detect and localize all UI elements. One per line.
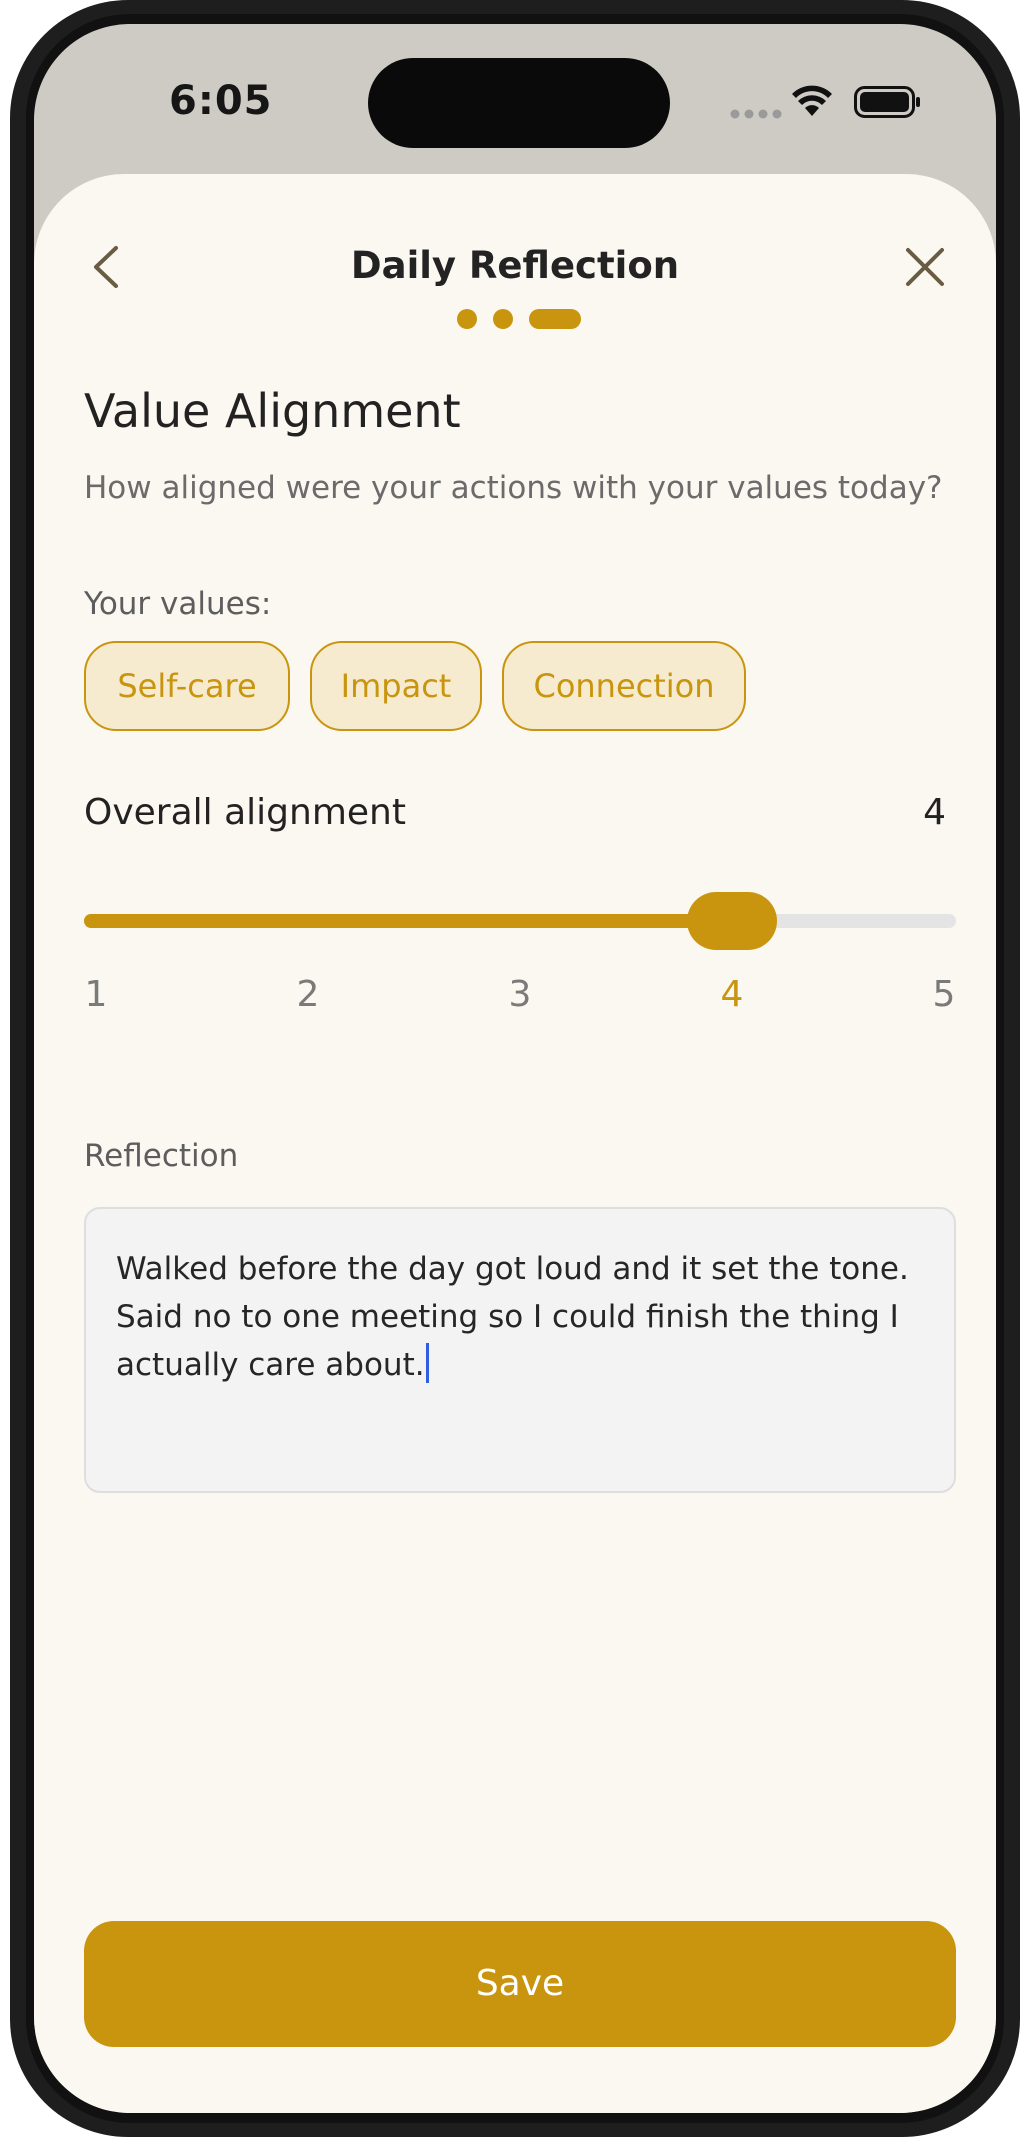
value-chip-impact[interactable]: Impact xyxy=(310,641,482,731)
value-chip-self-care[interactable]: Self-care xyxy=(84,641,290,731)
close-icon[interactable] xyxy=(898,240,952,294)
status-time: 6:05 xyxy=(169,78,273,124)
reflection-text: Walked before the day got loud and it se… xyxy=(116,1251,909,1383)
slider-thumb[interactable] xyxy=(687,892,777,950)
cellular-signal-icon xyxy=(730,109,782,119)
wifi-icon xyxy=(792,85,832,116)
step-dot-2 xyxy=(493,309,513,329)
slider-tick-labels: 1 2 3 4 5 xyxy=(84,974,956,1024)
reflection-label: Reflection xyxy=(84,1138,239,1174)
reflection-textarea[interactable]: Walked before the day got loud and it se… xyxy=(84,1207,956,1493)
alignment-slider[interactable] xyxy=(84,890,956,950)
tick-label-3: 3 xyxy=(508,974,532,1015)
text-caret xyxy=(425,1343,429,1383)
step-dot-3-active xyxy=(529,309,581,329)
battery-icon xyxy=(854,86,920,118)
status-bar: 6:05 xyxy=(34,24,996,174)
screen: 6:05 Daily Reflection Value Alignment Ho… xyxy=(34,24,996,2113)
alignment-value: 4 xyxy=(923,792,946,833)
values-label: Your values: xyxy=(84,586,272,622)
save-button[interactable]: Save xyxy=(84,1921,956,2047)
header-title: Daily Reflection xyxy=(350,244,680,287)
slider-fill xyxy=(84,914,732,928)
dynamic-island xyxy=(368,58,670,148)
step-dot-1 xyxy=(457,309,477,329)
section-title: Value Alignment xyxy=(84,384,461,438)
tick-label-4: 4 xyxy=(720,974,744,1015)
tick-label-2: 2 xyxy=(296,974,320,1015)
value-chip-connection[interactable]: Connection xyxy=(502,641,746,731)
alignment-prompt: How aligned were your actions with your … xyxy=(84,470,943,506)
step-progress-indicator xyxy=(457,308,587,330)
tick-label-1: 1 xyxy=(84,974,108,1015)
tick-label-5: 5 xyxy=(932,974,956,1015)
reflection-sheet: Daily Reflection Value Alignment How ali… xyxy=(34,174,996,2113)
alignment-label: Overall alignment xyxy=(84,792,406,833)
